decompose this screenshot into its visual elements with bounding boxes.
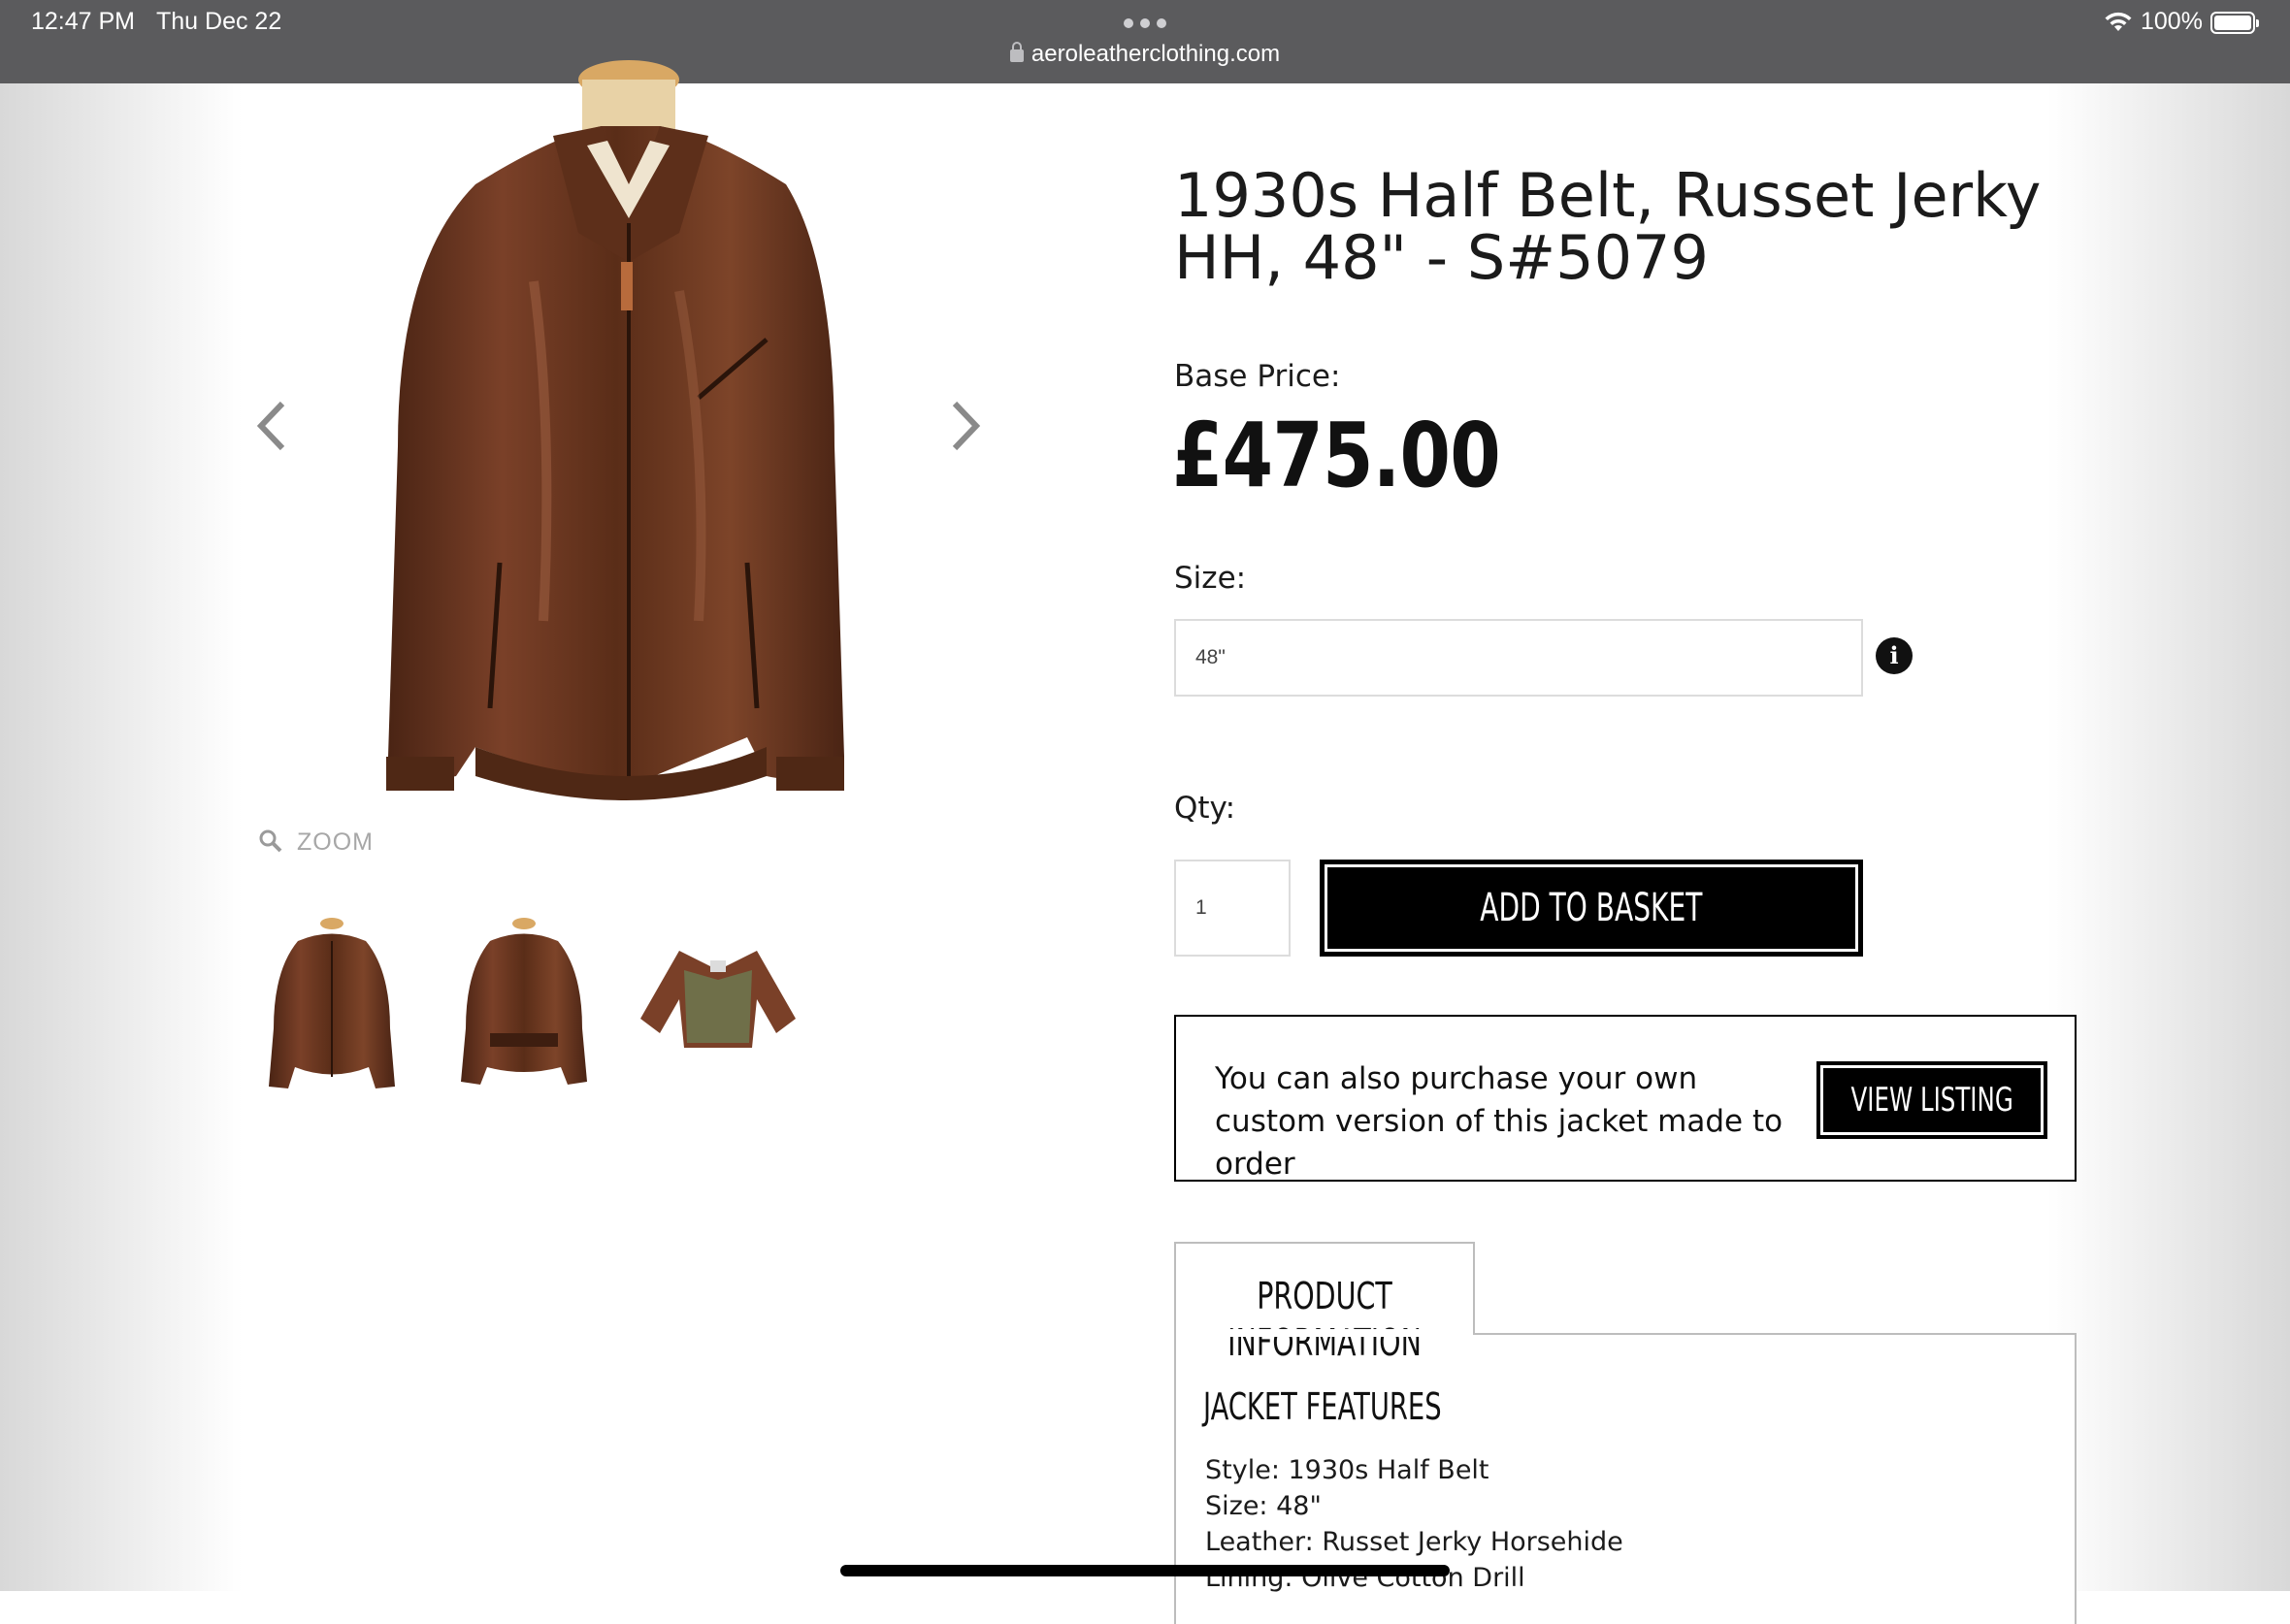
tab-product-information[interactable]: PRODUCT INFORMATION — [1174, 1242, 1475, 1364]
add-to-basket-label: ADD TO BASKET — [1480, 886, 1703, 930]
zoom-label: ZOOM — [297, 828, 374, 856]
size-label: Size: — [1174, 561, 1247, 596]
tab-product-information-label: PRODUCT INFORMATION — [1227, 1275, 1422, 1364]
lock-icon — [1009, 42, 1024, 62]
size-select[interactable]: 48" — [1174, 619, 1863, 697]
price-value: £475.00 — [1172, 404, 1501, 507]
home-indicator[interactable] — [840, 1565, 1450, 1576]
url-text: aeroleatherclothing.com — [1030, 41, 1281, 67]
base-price-label: Base Price: — [1174, 359, 1341, 394]
thumbnail-lining[interactable] — [631, 912, 805, 1096]
product-title: 1930s Half Belt, Russet Jerky HH, 48" - … — [1174, 160, 2042, 293]
status-time: 12:47 PM — [31, 8, 136, 35]
magnifier-icon — [259, 829, 282, 853]
info-icon[interactable]: i — [1876, 637, 1913, 674]
qty-label: Qty: — [1174, 791, 1236, 826]
view-listing-label: VIEW LISTING — [1850, 1081, 2013, 1120]
battery-percent: 100% — [2141, 8, 2203, 35]
zoom-button[interactable]: ZOOM — [258, 828, 374, 857]
custom-order-text: You can also purchase your own custom ve… — [1215, 1061, 1783, 1182]
battery-icon — [2210, 12, 2259, 34]
page-edge-left — [0, 83, 243, 1591]
wifi-icon — [2105, 12, 2132, 31]
status-date: Thu Dec 22 — [156, 8, 282, 35]
thumbnail-back[interactable] — [446, 912, 602, 1096]
view-listing-button[interactable]: VIEW LISTING — [1816, 1061, 2047, 1139]
add-to-basket-button[interactable]: ADD TO BASKET — [1320, 860, 1863, 957]
more-options-icon[interactable] — [1124, 18, 1166, 28]
custom-order-box: You can also purchase your own custom ve… — [1174, 1015, 2077, 1182]
feature-size: Size: 48" — [1205, 1491, 1322, 1521]
product-main-image[interactable] — [262, 39, 980, 834]
jacket-features-heading: JACKET FEATURES — [1203, 1385, 1442, 1428]
feature-style: Style: 1930s Half Belt — [1205, 1455, 1489, 1485]
page-edge-right — [2047, 83, 2290, 1591]
quantity-input[interactable]: 1 — [1174, 860, 1291, 957]
next-image-arrow-icon[interactable] — [941, 392, 990, 460]
previous-image-arrow-icon[interactable] — [247, 392, 296, 460]
thumbnail-front[interactable] — [254, 912, 409, 1096]
feature-leather: Leather: Russet Jerky Horsehide — [1205, 1527, 1623, 1557]
